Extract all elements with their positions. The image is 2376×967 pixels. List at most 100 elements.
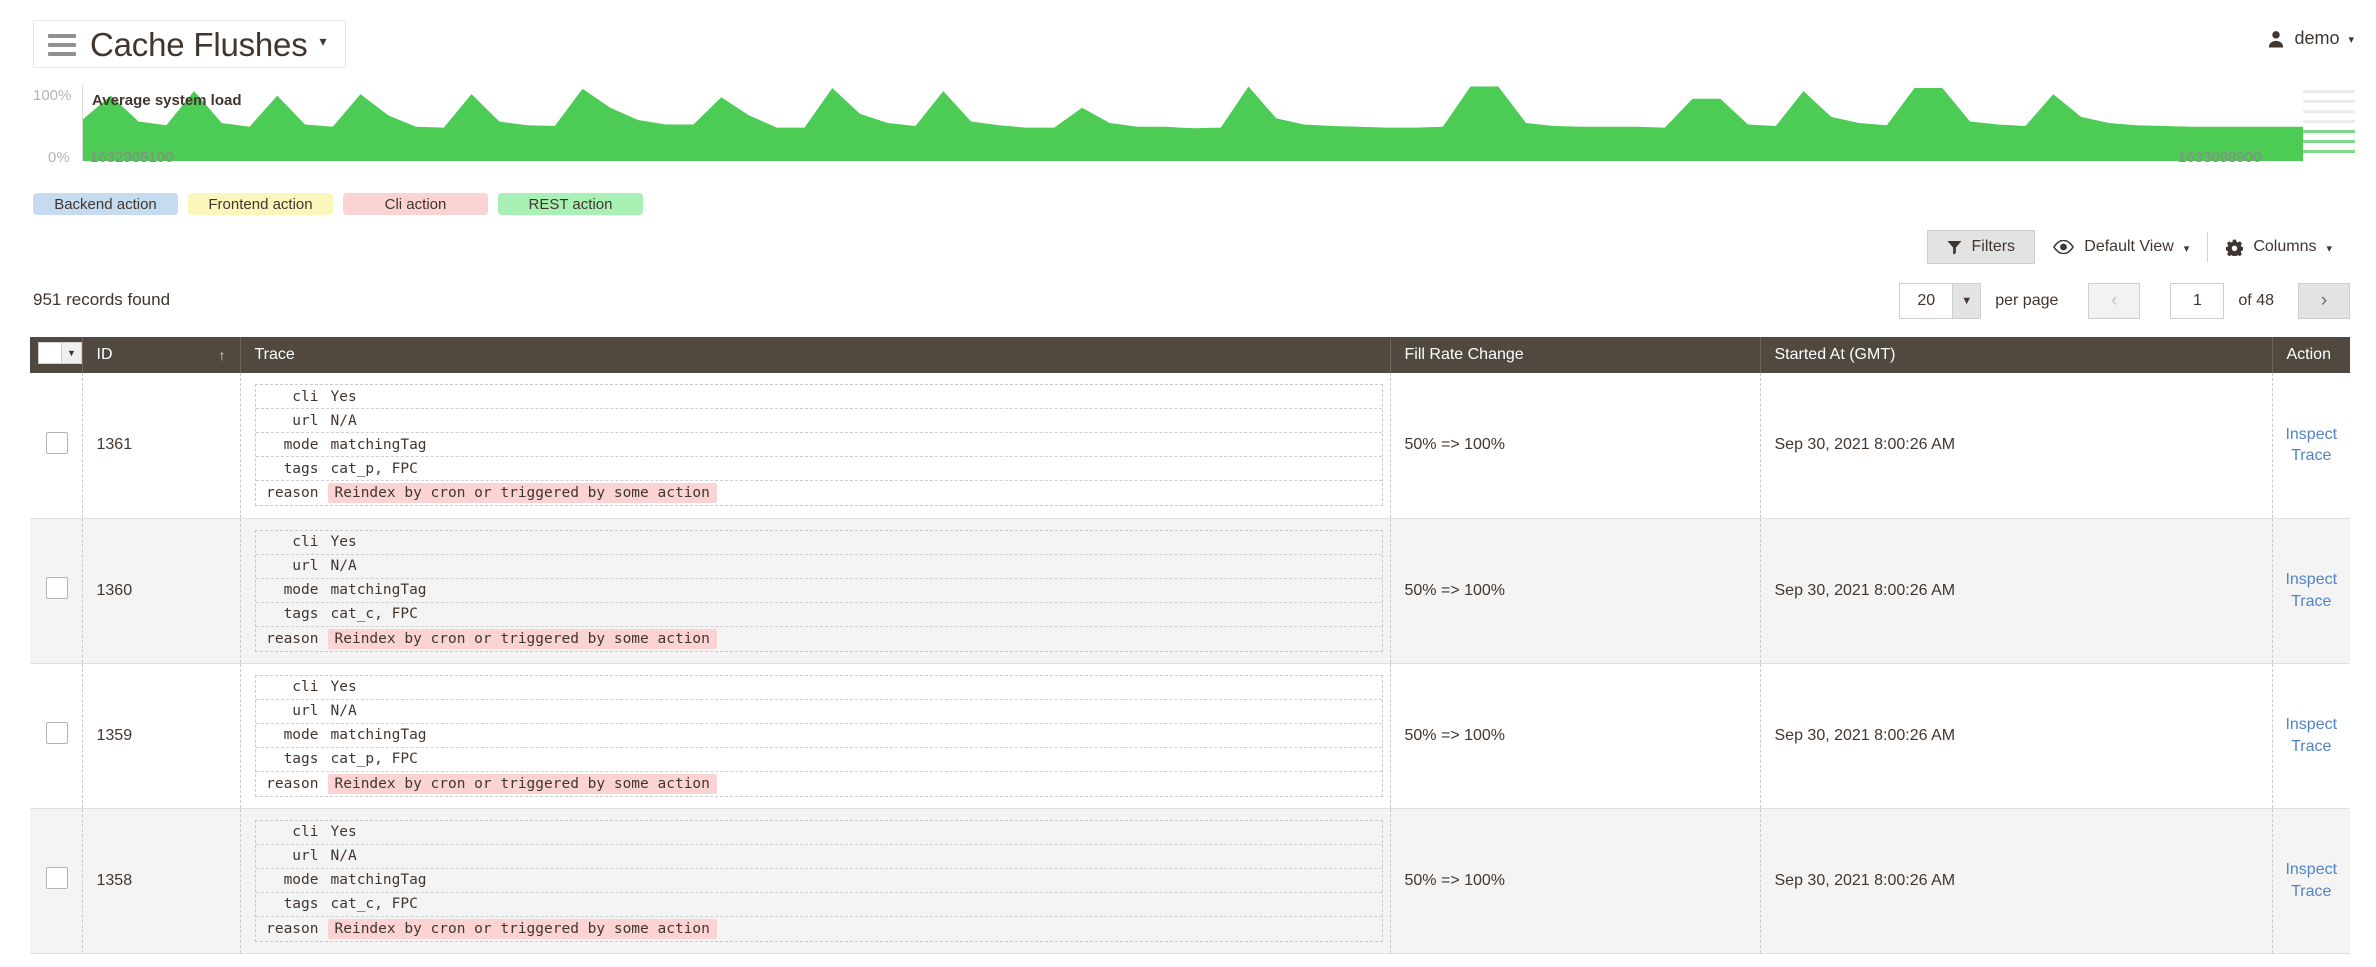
trace-key: reason: [266, 775, 319, 792]
legend-item-backend[interactable]: Backend action: [33, 193, 178, 215]
trace-row-url: url N/A: [255, 845, 1382, 869]
cache-flushes-table: ▼ ID ↑ Trace Fill Rate Change Started At…: [30, 337, 2350, 954]
legend-label: Backend action: [54, 195, 157, 213]
column-header-id[interactable]: ID ↑: [82, 337, 241, 373]
sort-ascending-icon: ↑: [218, 347, 226, 363]
page-title-menu[interactable]: Cache Flushes ▾: [33, 20, 346, 68]
trace-key: url: [292, 558, 319, 574]
trace-value: cat_c, FPC: [330, 606, 418, 622]
column-header-fill-rate-change[interactable]: Fill Rate Change: [1390, 337, 1761, 373]
trace-detail-list: cli Yes url N/A mode matchingTag tags cat_p, FP…: [254, 384, 1383, 507]
cell-id: 1358: [82, 808, 241, 954]
chevron-down-icon[interactable]: ▾: [2348, 33, 2354, 46]
trace-row-url: url N/A: [255, 409, 1382, 434]
trace-key: url: [292, 848, 319, 864]
table-head: ▼ ID ↑ Trace Fill Rate Change Started At…: [30, 337, 2350, 373]
inspect-trace-link[interactable]: Inspect Trace: [2279, 714, 2345, 757]
cell-started-at: Sep 30, 2021 8:00:26 AM: [1760, 518, 2273, 664]
chevron-down-icon: ▾: [2326, 242, 2332, 255]
column-header-trace-label: Trace: [254, 346, 295, 363]
table-header-row: ▼ ID ↑ Trace Fill Rate Change Started At…: [30, 337, 2350, 373]
cell-action: Inspect Trace: [2272, 808, 2350, 954]
page-number-input[interactable]: 1: [2170, 283, 2225, 319]
row-select-cell: [30, 373, 83, 519]
trace-row-url: url N/A: [255, 700, 1382, 724]
row-checkbox[interactable]: [46, 867, 68, 889]
trace-key: cli: [292, 388, 319, 405]
trace-row-mode: mode matchingTag: [255, 724, 1382, 748]
trace-row-cli: cli Yes: [255, 676, 1382, 700]
trace-value: cat_c, FPC: [330, 896, 418, 912]
trace-row-tags: tags cat_c, FPC: [255, 603, 1382, 627]
table-row[interactable]: 1361 cli Yes url N/A mode matchingTag tags cat_p…: [30, 373, 2350, 519]
chevron-down-icon[interactable]: ▾: [320, 33, 327, 50]
trace-value: N/A: [330, 412, 357, 429]
trace-value: Yes: [330, 679, 357, 695]
previous-page-button[interactable]: ‹: [2088, 283, 2141, 319]
legend-item-frontend[interactable]: Frontend action: [188, 193, 333, 215]
cell-started-at: Sep 30, 2021 8:00:26 AM: [1760, 373, 2273, 519]
filters-button[interactable]: Filters: [1927, 230, 2036, 264]
legend-item-rest[interactable]: REST action: [498, 193, 643, 215]
trace-value: Yes: [330, 824, 357, 840]
trace-value: Reindex by cron or triggered by some act…: [327, 628, 717, 649]
trace-value: Reindex by cron or triggered by some act…: [327, 483, 717, 504]
select-all-checkbox[interactable]: [39, 343, 61, 363]
trace-row-cli: cli Yes: [255, 385, 1382, 410]
trace-value: cat_p, FPC: [330, 751, 418, 767]
column-header-id-label: ID: [96, 346, 113, 363]
trace-key: tags: [283, 460, 319, 477]
trace-key: tags: [283, 896, 319, 912]
trace-key: mode: [283, 727, 319, 743]
total-pages-label: of 48: [2238, 292, 2274, 309]
trace-row-cli: cli Yes: [255, 531, 1382, 555]
select-all-control[interactable]: ▼: [38, 342, 82, 364]
trace-value: matchingTag: [330, 582, 427, 598]
inspect-trace-link[interactable]: Inspect Trace: [2279, 569, 2345, 612]
trace-row-reason: reason Reindex by cron or triggered by so…: [256, 772, 1382, 796]
trace-value: Yes: [330, 388, 357, 405]
trace-row-reason: reason Reindex by cron or triggered by so…: [256, 481, 1382, 505]
hamburger-icon[interactable]: [48, 34, 76, 56]
row-checkbox[interactable]: [46, 722, 68, 744]
table-row[interactable]: 1360 cli Yes url N/A mode matchingTag tags cat_c…: [30, 518, 2350, 664]
next-page-button[interactable]: ›: [2298, 283, 2350, 319]
row-checkbox[interactable]: [46, 431, 68, 454]
cell-started-at: Sep 30, 2021 8:00:26 AM: [1760, 663, 2273, 809]
inspect-trace-link[interactable]: Inspect Trace: [2279, 859, 2345, 902]
row-checkbox[interactable]: [46, 577, 68, 599]
chevron-down-icon: ▾: [2183, 242, 2190, 255]
row-select-cell: [30, 663, 83, 809]
eye-icon: [2053, 240, 2075, 254]
page-number-value: 1: [2192, 292, 2202, 309]
trace-value: Reindex by cron or triggered by some act…: [327, 918, 717, 939]
cell-fill-rate-change: 50% => 100%: [1390, 373, 1761, 519]
column-header-trace[interactable]: Trace: [240, 337, 1391, 373]
chevron-right-icon: ›: [2320, 290, 2328, 311]
default-view-button[interactable]: Default View ▾: [2035, 230, 2207, 264]
cell-fill-rate-change: 50% => 100%: [1390, 663, 1761, 809]
legend-label: Cli action: [384, 195, 447, 213]
table-row[interactable]: 1358 cli Yes url N/A mode matchingTag tags cat_c…: [30, 808, 2350, 954]
trace-key: cli: [292, 534, 319, 550]
columns-button[interactable]: Columns ▾: [2208, 230, 2350, 264]
column-header-started-at[interactable]: Started At (GMT): [1760, 337, 2273, 373]
chart-ytick-top: 100%: [33, 87, 72, 104]
chevron-down-icon: ▼: [1952, 284, 1981, 318]
trace-row-mode: mode matchingTag: [255, 433, 1382, 458]
chevron-left-icon: ‹: [2111, 290, 2118, 311]
table-row[interactable]: 1359 cli Yes url N/A mode matchingTag tags cat_p…: [30, 663, 2350, 809]
trace-value: Yes: [330, 534, 357, 550]
trace-key: cli: [292, 824, 319, 840]
trace-value: N/A: [330, 703, 357, 719]
chart-right-gridlines: [2303, 88, 2363, 163]
user-menu[interactable]: demo ▾: [2267, 28, 2354, 49]
pagination-controls: 20 ▼ per page ‹ 1 of 48 ›: [1899, 283, 2350, 319]
inspect-trace-link[interactable]: Inspect Trace: [2279, 424, 2345, 467]
trace-value: matchingTag: [330, 727, 427, 743]
legend-item-cli[interactable]: Cli action: [343, 193, 488, 215]
chart-legend: Backend action Frontend action Cli actio…: [33, 193, 643, 215]
per-page-select[interactable]: 20 ▼: [1899, 283, 1982, 319]
trace-row-tags: tags cat_c, FPC: [255, 893, 1382, 917]
chevron-down-icon[interactable]: ▼: [61, 343, 81, 363]
